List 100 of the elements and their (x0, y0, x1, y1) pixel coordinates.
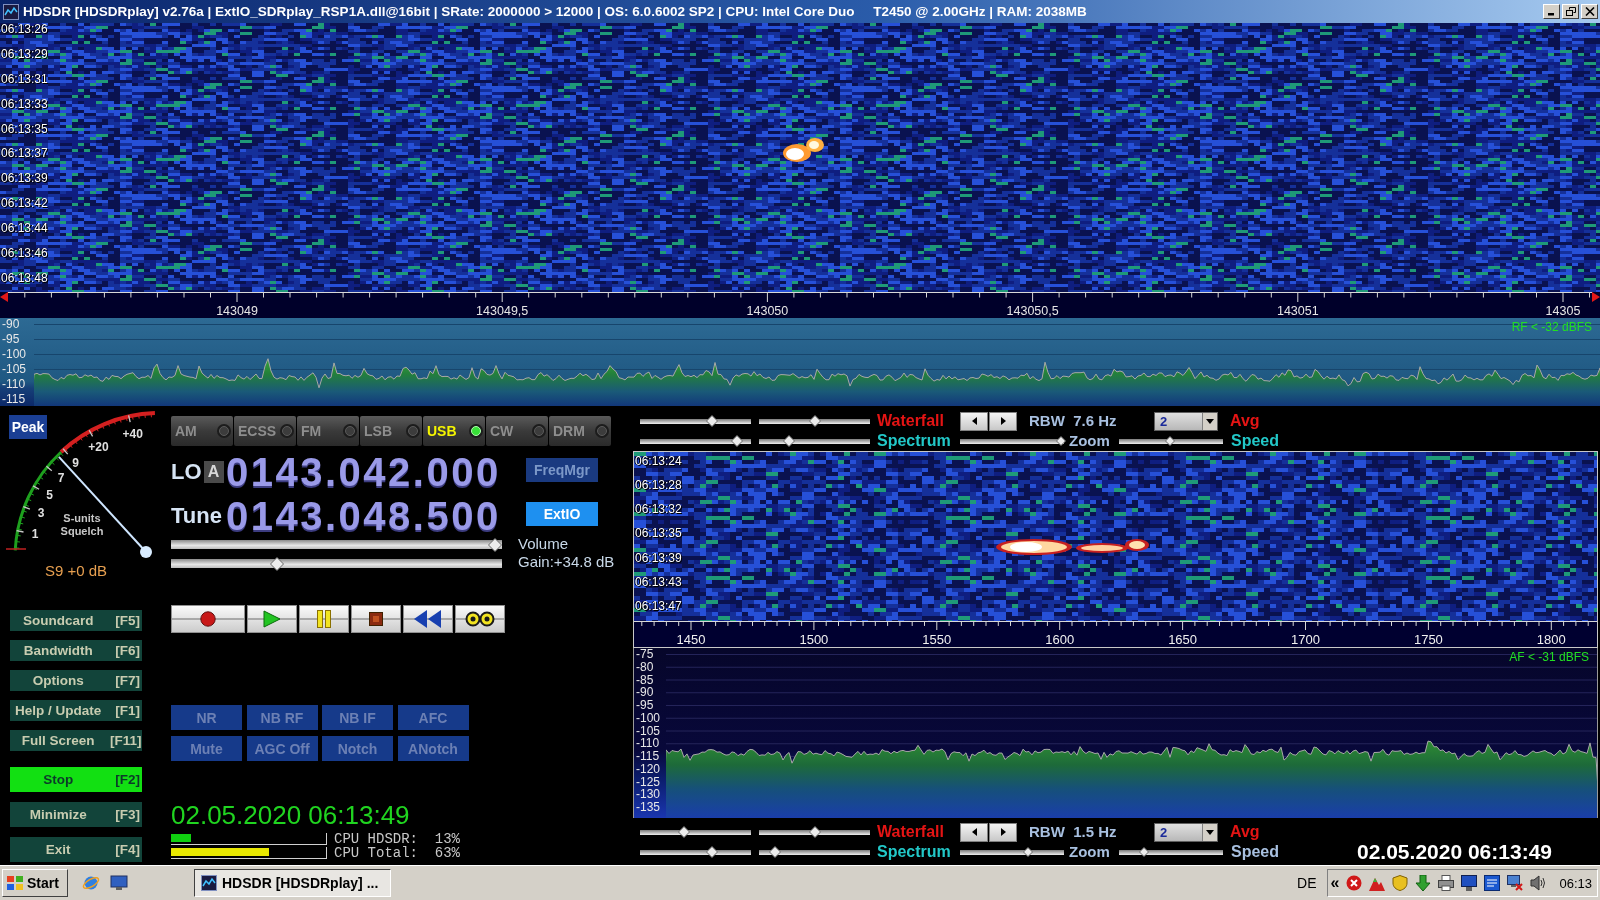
start-button[interactable]: Start (2, 869, 68, 897)
mode-button[interactable]: ECSS (234, 416, 296, 446)
axis-label: -130 (636, 788, 661, 802)
restore-button[interactable] (1562, 4, 1579, 19)
axis-label: 1600 (1045, 633, 1075, 647)
line-graph-icon (201, 875, 217, 891)
function-button[interactable]: Minimize [F3] (10, 802, 142, 827)
slider-track[interactable] (640, 418, 751, 424)
mode-button[interactable]: DRM (549, 416, 611, 446)
scroll-right-button[interactable] (989, 822, 1017, 842)
mode-button[interactable]: AM (171, 416, 233, 446)
globe-ring-icon[interactable] (82, 874, 100, 892)
slider-thumb[interactable] (488, 537, 503, 552)
slider-track[interactable] (759, 418, 870, 424)
peak-button[interactable]: Peak (9, 415, 47, 439)
function-button[interactable]: Bandwidth [F6] (10, 640, 142, 661)
stop-icon (369, 612, 383, 626)
tray-expand-button[interactable]: « (1330, 874, 1340, 892)
scroll-right-button[interactable] (989, 411, 1017, 431)
record-button[interactable] (171, 605, 245, 633)
slider-track[interactable] (171, 540, 502, 549)
triangle-left-icon (0, 292, 8, 302)
computer-x-icon[interactable] (1507, 875, 1524, 891)
slider-thumb[interactable] (678, 826, 691, 838)
minimize-button[interactable] (1543, 4, 1560, 19)
function-button[interactable]: Help / Update [F1] (10, 700, 142, 721)
function-button[interactable]: Stop [F2] (10, 767, 142, 792)
slider-thumb[interactable] (706, 415, 719, 427)
mode-button[interactable]: FM (297, 416, 359, 446)
slider-thumb[interactable] (730, 435, 743, 447)
pause-button[interactable] (299, 605, 349, 633)
function-button[interactable]: Full Screen [F11] (10, 730, 142, 751)
mode-button[interactable]: USB (423, 416, 485, 446)
slider-track[interactable] (1119, 438, 1223, 444)
play-button[interactable] (247, 605, 297, 633)
slider-thumb[interactable] (1164, 436, 1175, 446)
task-button[interactable]: HDSDR [HDSDRplay] ... (194, 869, 391, 897)
slider-thumb[interactable] (706, 846, 719, 858)
axis-label: -120 (636, 762, 661, 776)
triangle-right-icon (1000, 417, 1006, 425)
slider-track[interactable] (759, 829, 870, 835)
frequency-display[interactable]: 0143.042.000 (226, 455, 501, 489)
monitor-icon[interactable] (1461, 875, 1478, 891)
slider-thumb[interactable] (808, 415, 821, 427)
close-button[interactable] (1581, 4, 1598, 19)
time-label: 06:13:39 (635, 551, 682, 565)
time-label: 06:13:32 (635, 503, 682, 517)
slider-thumb[interactable] (1138, 847, 1149, 857)
scroll-left-button[interactable] (960, 411, 988, 431)
axis-label: 143050,5 (1006, 304, 1059, 318)
cpu-label: CPU HDSDR: 13% (334, 831, 461, 846)
slider-thumb[interactable] (1055, 436, 1066, 446)
shield-icon[interactable] (1392, 875, 1409, 891)
axis-label: -125 (636, 775, 661, 789)
slider-track[interactable] (640, 829, 751, 835)
slider-thumb[interactable] (808, 826, 821, 838)
vfo-label: Tune (171, 503, 222, 529)
slider-track[interactable] (1119, 849, 1223, 855)
axis-label: 1450 (676, 633, 706, 647)
slider-thumb[interactable] (782, 435, 795, 447)
screen-icon[interactable] (1484, 875, 1501, 891)
avg-dropdown[interactable]: 2 (1154, 822, 1218, 842)
scroll-left-button[interactable] (960, 822, 988, 842)
slider-track[interactable] (960, 438, 1064, 444)
function-button[interactable]: Options [F7] (10, 670, 142, 691)
loop-button[interactable] (455, 605, 505, 633)
slider-track[interactable] (960, 849, 1064, 855)
panel-button[interactable]: ExtIO (526, 502, 598, 526)
slider-track[interactable] (759, 438, 870, 444)
led-icon (532, 424, 546, 438)
slider-track[interactable] (640, 438, 751, 444)
frequency-display[interactable]: 0143.048.500 (226, 499, 501, 533)
printer-icon[interactable] (1438, 875, 1455, 891)
axis-label: -85 (636, 673, 654, 687)
axis-label: 1500 (799, 633, 829, 647)
function-button[interactable]: Soundcard [F5] (10, 610, 142, 631)
axis-label: -95 (2, 333, 20, 346)
axis-label: 1550 (922, 633, 952, 647)
panel-button[interactable]: FreqMgr (526, 458, 598, 482)
slider-thumb[interactable] (269, 556, 284, 571)
slider-track[interactable] (759, 849, 870, 855)
vfo-label: LO (171, 459, 202, 485)
language-indicator[interactable]: DE (1297, 875, 1317, 891)
slider-track[interactable] (640, 849, 751, 855)
x-circle-icon[interactable] (1346, 875, 1363, 891)
triangle-left-icon (971, 828, 977, 836)
slider-thumb[interactable] (1022, 847, 1033, 857)
slider-track[interactable] (171, 559, 502, 568)
stop-button[interactable] (351, 605, 401, 633)
mode-button[interactable]: LSB (360, 416, 422, 446)
function-button[interactable]: Exit [F4] (10, 837, 142, 862)
slider-thumb[interactable] (768, 846, 781, 858)
down-arrow-icon[interactable] (1415, 875, 1432, 891)
speaker-icon[interactable] (1530, 875, 1547, 891)
led-icon (406, 424, 420, 438)
rewind-button[interactable] (403, 605, 453, 633)
mode-button[interactable]: CW (486, 416, 548, 446)
avg-dropdown[interactable]: 2 (1154, 411, 1218, 431)
vfo-bank-button[interactable]: A (203, 461, 224, 483)
monitor-icon[interactable] (110, 875, 128, 891)
